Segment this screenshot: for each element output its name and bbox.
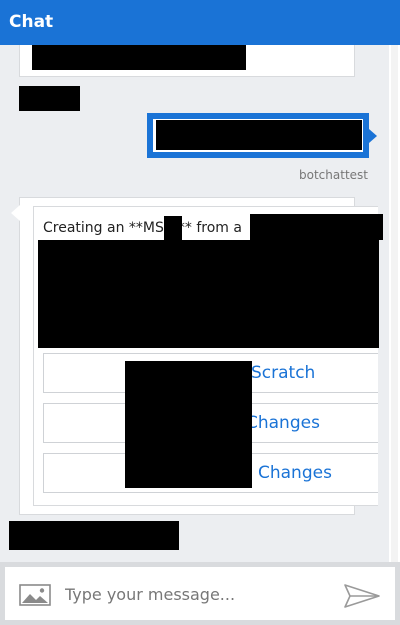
redacted-block [156,120,362,150]
card-action-label: Changes [258,463,332,483]
redacted-block [19,86,80,111]
header-title: Chat [9,12,54,32]
message-sender: botchattest [299,168,368,182]
composer-box [5,567,395,620]
redacted-block [9,521,179,550]
redacted-block [38,240,379,348]
send-icon[interactable] [343,583,381,609]
chat-header: Chat [0,0,400,45]
message-input[interactable] [65,577,325,611]
card-action-label: Changes [246,413,320,433]
history-scrollbar[interactable] [389,45,400,562]
scrollbar-thumb[interactable] [391,45,398,562]
redacted-block [125,361,252,488]
redacted-block [164,216,182,240]
card-action-label: Scratch [251,363,316,383]
bot-bubble-tail [11,205,20,221]
redacted-block [250,214,383,240]
composer-bar [0,562,400,625]
chat-history[interactable]: botchattest Creating an **MS A** from a … [0,45,400,562]
image-icon[interactable] [19,584,51,606]
user-bubble-tail [369,129,377,143]
redacted-block [32,45,246,70]
